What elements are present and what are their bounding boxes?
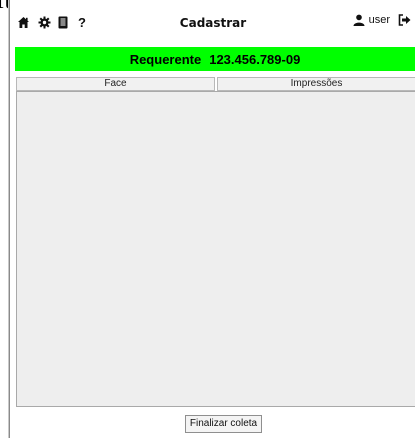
tab-impressoes[interactable]: Impressões bbox=[217, 77, 415, 91]
user-menu[interactable]: user bbox=[353, 14, 411, 26]
tab-content-panel bbox=[16, 91, 415, 407]
tab-face[interactable]: Face bbox=[16, 77, 215, 91]
app-window: ? Cadastrar user Requerente 123.456.789-… bbox=[9, 0, 415, 438]
finalize-collection-button[interactable]: Finalizar coleta bbox=[185, 415, 262, 433]
logout-icon[interactable] bbox=[398, 14, 411, 26]
applicant-banner: Requerente 123.456.789-09 bbox=[15, 47, 415, 71]
user-label: user bbox=[368, 14, 390, 26]
capture-tabs: Face Impressões bbox=[16, 77, 415, 91]
user-icon bbox=[353, 14, 365, 26]
applicant-cpf: 123.456.789-09 bbox=[209, 51, 301, 67]
top-toolbar: ? Cadastrar user bbox=[10, 10, 415, 36]
applicant-label: Requerente bbox=[129, 51, 202, 67]
